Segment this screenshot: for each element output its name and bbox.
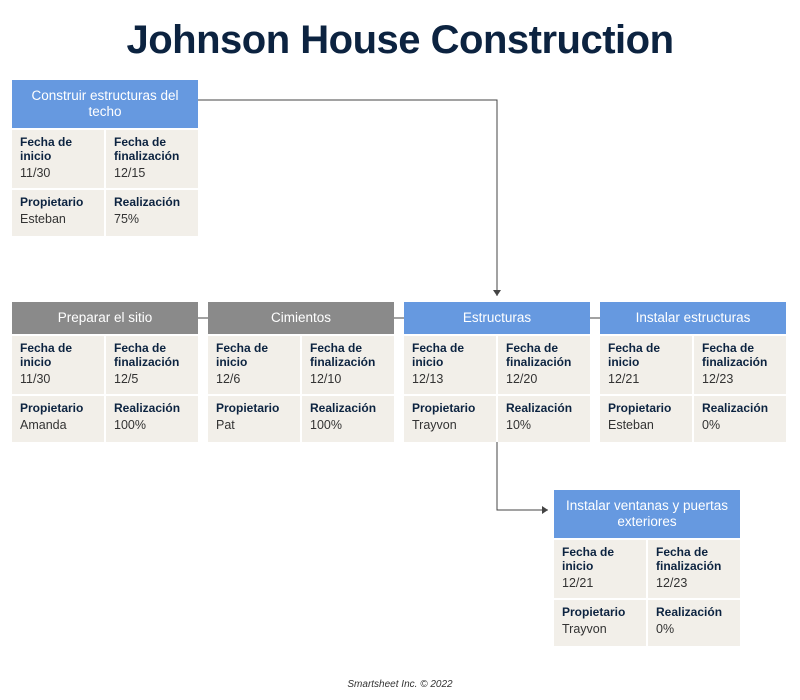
card-header: Construir estructuras del techo [12,80,198,128]
cell-value: 11/30 [20,372,96,386]
cell-label: Fecha de finalización [656,546,732,574]
cell-value: 12/23 [702,372,778,386]
cell-value: Esteban [608,418,684,432]
cell-label: Fecha de inicio [608,342,684,370]
cell-label: Propietario [412,402,488,416]
cell-owner: Propietario Esteban [600,396,692,442]
cell-owner: Propietario Trayvon [404,396,496,442]
cell-label: Propietario [608,402,684,416]
cell-label: Fecha de inicio [216,342,292,370]
cell-value: 12/6 [216,372,292,386]
card-body: Fecha de inicio 12/21 Fecha de finalizació… [600,336,786,442]
cell-completion: Realización 100% [106,396,198,442]
cell-label: Realización [310,402,386,416]
cell-end-date: Fecha de finalización 12/15 [106,130,198,188]
cell-value: 0% [656,622,732,636]
cell-label: Fecha de finalización [702,342,778,370]
cell-end-date: Fecha de finalización 12/23 [694,336,786,394]
cell-completion: Realización 0% [694,396,786,442]
cell-value: Trayvon [412,418,488,432]
cell-value: 100% [114,418,190,432]
cell-value: Pat [216,418,292,432]
card-header: Cimientos [208,302,394,334]
cell-label: Realización [702,402,778,416]
cell-owner: Propietario Trayvon [554,600,646,646]
cell-label: Fecha de inicio [412,342,488,370]
cell-label: Fecha de inicio [20,136,96,164]
cell-value: Trayvon [562,622,638,636]
cell-value: 100% [310,418,386,432]
cell-label: Fecha de inicio [20,342,96,370]
cell-label: Propietario [562,606,638,620]
cell-label: Realización [506,402,582,416]
cell-label: Fecha de finalización [506,342,582,370]
cell-label: Realización [656,606,732,620]
cell-completion: Realización 10% [498,396,590,442]
card-header: Preparar el sitio [12,302,198,334]
footer-text: Smartsheet Inc. © 2022 [0,679,800,690]
card-body: Fecha de inicio 12/13 Fecha de finalizació… [404,336,590,442]
cell-label: Fecha de finalización [114,136,190,164]
cell-completion: Realización 0% [648,600,740,646]
cell-owner: Propietario Pat [208,396,300,442]
cell-owner: Propietario Amanda [12,396,104,442]
cell-value: 12/15 [114,166,190,180]
card-structures: EstructurasFecha de inicio12/13Fecha de … [404,302,590,442]
cell-label: Fecha de inicio [562,546,638,574]
cell-label: Realización [114,402,190,416]
cell-value: 12/21 [608,372,684,386]
cell-end-date: Fecha de finalización 12/20 [498,336,590,394]
cell-completion: Realización 100% [302,396,394,442]
cell-label: Fecha de finalización [114,342,190,370]
cell-label: Propietario [20,196,96,210]
card-header: Estructuras [404,302,590,334]
card-body: Fecha de inicio 11/30 Fecha de finalizació… [12,336,198,442]
cell-value: 12/10 [310,372,386,386]
card-prepare: Preparar el sitioFecha de inicio11/30Fec… [12,302,198,442]
cell-label: Propietario [216,402,292,416]
cell-start-date: Fecha de inicio 11/30 [12,130,104,188]
cell-label: Propietario [20,402,96,416]
cell-label: Fecha de finalización [310,342,386,370]
cell-start-date: Fecha de inicio 12/13 [404,336,496,394]
card-install: Instalar estructuras Fecha de inicio 12/21… [600,302,786,442]
card-body: Fecha de inicio 11/30 Fecha de finalizació… [12,130,198,236]
cell-end-date: Fecha de finalización 12/23 [648,540,740,598]
cell-value: 12/21 [562,576,638,590]
cell-completion: Realización 75% [106,190,198,236]
page-title: Johnson House Construction [0,0,800,63]
cell-end-date: Fecha de finalización 12/10 [302,336,394,394]
card-body: Fecha de inicio 12/6 Fecha de finalización… [208,336,394,442]
cell-value: 12/20 [506,372,582,386]
card-windows: Instalar ventanas y puertas exterioresFe… [554,490,740,646]
card-roof: Construir estructuras del techoFecha de … [12,80,198,236]
cell-value: 10% [506,418,582,432]
cell-value: 75% [114,212,190,226]
cell-value: 11/30 [20,166,96,180]
card-header: Instalar estructuras [600,302,786,334]
card-header: Instalar ventanas y puertas exteriores [554,490,740,538]
cell-end-date: Fecha de finalización 12/5 [106,336,198,394]
cell-value: Amanda [20,418,96,432]
cell-value: 0% [702,418,778,432]
cell-value: 12/23 [656,576,732,590]
cell-value: Esteban [20,212,96,226]
cell-owner: Propietario Esteban [12,190,104,236]
card-body: Fecha de inicio 12/21 Fecha de finalizació… [554,540,740,646]
cell-label: Realización [114,196,190,210]
cell-start-date: Fecha de inicio 12/21 [600,336,692,394]
cell-start-date: Fecha de inicio 11/30 [12,336,104,394]
cell-start-date: Fecha de inicio 12/6 [208,336,300,394]
cell-start-date: Fecha de inicio 12/21 [554,540,646,598]
card-foundations: Cimientos Fecha de inicio 12/6 Fecha de fin… [208,302,394,442]
cell-value: 12/5 [114,372,190,386]
cell-value: 12/13 [412,372,488,386]
